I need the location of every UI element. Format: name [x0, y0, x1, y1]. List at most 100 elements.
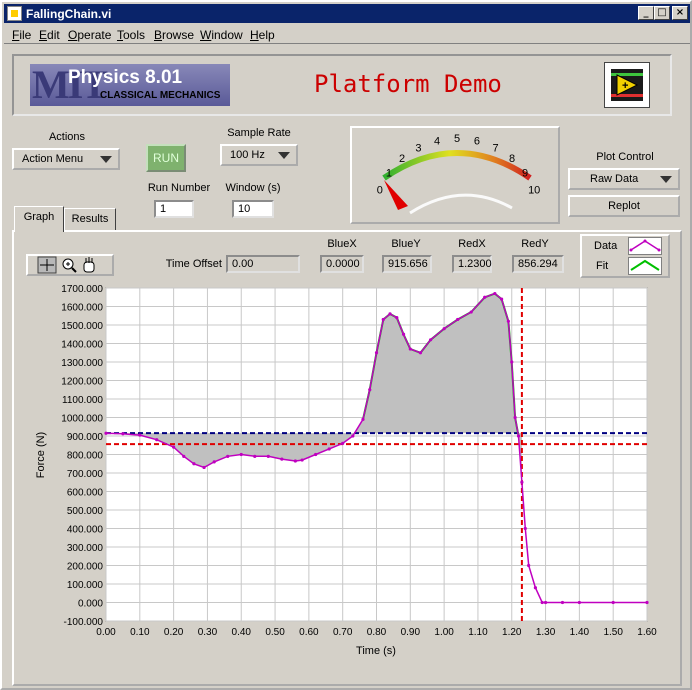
x-tick-label: 0.50	[265, 627, 285, 638]
x-tick-label: 1.40	[570, 627, 590, 638]
data-point	[533, 586, 538, 590]
data-point	[645, 600, 649, 605]
sample-rate-value: 100 Hz	[230, 149, 265, 161]
y-tick-label: 0.000	[78, 599, 103, 610]
replot-button[interactable]: Replot	[568, 195, 680, 217]
x-tick-label: 1.30	[536, 627, 556, 638]
meter-tick-label: 8	[509, 153, 515, 165]
data-point	[280, 457, 284, 461]
title-bar[interactable]: FallingChain.vi _ □ ×	[4, 4, 690, 23]
data-point	[506, 319, 510, 323]
y-tick-label: 1000.000	[61, 414, 103, 425]
labview-window: FallingChain.vi _ □ × File Edit Operate …	[0, 0, 692, 690]
sample-rate-select[interactable]: 100 Hz	[220, 144, 298, 166]
force-meter: 0 1 2 3 4 5 6 7 8 9 10	[350, 126, 560, 224]
actions-label: Actions	[48, 131, 86, 143]
data-point	[104, 431, 108, 435]
x-tick-label: 0.00	[96, 627, 116, 638]
data-point	[300, 458, 304, 462]
time-offset-field[interactable]: 0.00	[226, 255, 300, 273]
menu-window[interactable]: Window	[200, 28, 243, 42]
menu-help[interactable]: Help	[250, 28, 275, 42]
data-point	[253, 454, 257, 458]
data-point	[182, 454, 186, 458]
page-title: Platform Demo	[314, 70, 502, 98]
data-point	[172, 445, 176, 449]
meter-hub-arc	[409, 193, 513, 215]
y-tick-label: 900.000	[67, 432, 104, 443]
x-tick-label: 1.00	[434, 627, 454, 638]
run-number-label: Run Number	[147, 182, 211, 194]
data-point	[327, 447, 331, 451]
plot-control-select[interactable]: Raw Data	[568, 168, 680, 190]
data-point	[388, 312, 392, 316]
cursor-tool-icon	[37, 256, 57, 274]
window-seconds-label: Window (s)	[225, 182, 281, 194]
zoom-tool-icon	[62, 258, 77, 273]
legend-fit-swatch[interactable]	[628, 257, 662, 275]
minimize-button[interactable]: _	[638, 6, 654, 20]
data-point	[483, 295, 487, 299]
tab-graph[interactable]: Graph	[14, 206, 64, 232]
run-button[interactable]: RUN	[146, 144, 186, 172]
legend-data-label: Data	[594, 240, 618, 252]
y-tick-label: 500.000	[67, 506, 104, 517]
y-tick-label: 600.000	[67, 488, 104, 499]
close-button[interactable]: ×	[672, 6, 688, 20]
meter-tick-label: 3	[415, 142, 421, 154]
data-point	[401, 332, 406, 336]
pan-hand-icon	[83, 257, 95, 273]
data-point	[381, 317, 385, 322]
meter-tick-label: 0	[377, 185, 383, 197]
y-tick-label: 100.000	[67, 580, 104, 591]
mit-physics-logo: MIT Physics 8.01 CLASSICAL MECHANICS	[30, 64, 230, 106]
maximize-button[interactable]: □	[654, 6, 670, 20]
window-seconds-field[interactable]: 10	[232, 200, 274, 218]
meter-tick-labels: 0123 4 5 6 78910	[377, 133, 541, 197]
plot-legend[interactable]: Data Fit	[580, 234, 670, 278]
data-point	[155, 438, 159, 442]
chevron-down-icon	[100, 156, 112, 163]
meter-tick-label: 2	[399, 153, 405, 165]
y-tick-label: 1400.000	[61, 340, 103, 351]
force-graph[interactable]: 1700.000 1600.000 1500.000 1400.000 1300.000…	[20, 280, 670, 680]
logo-title: Physics 8.01	[68, 67, 183, 88]
menu-operate[interactable]: Operate	[68, 28, 111, 42]
bluey-value: 915.656	[382, 255, 432, 273]
menu-tools[interactable]: Tools	[117, 28, 145, 42]
menu-edit[interactable]: Edit	[39, 28, 60, 42]
run-number-field[interactable]: 1	[154, 200, 194, 218]
bluex-value: 0.0000	[320, 255, 364, 273]
vi-icon	[7, 6, 22, 21]
x-tick-label: 0.20	[164, 627, 184, 638]
y-tick-labels: 1700.000 1600.000 1500.000 1400.000 1300.000…	[61, 284, 103, 628]
data-point	[408, 347, 412, 351]
x-tick-label: 0.90	[401, 627, 421, 638]
menu-browse[interactable]: Browse	[154, 28, 194, 42]
data-point	[469, 310, 473, 314]
tab-results[interactable]: Results	[64, 208, 116, 232]
meter-tick-label: 10	[528, 185, 540, 197]
data-point	[361, 417, 365, 421]
chevron-down-icon	[278, 152, 290, 159]
svg-text:+: +	[622, 80, 628, 92]
legend-data-swatch[interactable]	[628, 237, 662, 255]
labview-icon: +	[604, 62, 650, 108]
data-point	[192, 462, 196, 466]
actions-menu-select[interactable]: Action Menu	[12, 148, 120, 170]
data-point	[577, 600, 581, 605]
menu-bar: File Edit Operate Tools Browse Window He…	[4, 26, 690, 44]
data-point	[226, 454, 230, 458]
data-point	[202, 465, 206, 470]
data-point	[493, 291, 497, 296]
x-tick-label: 0.30	[198, 627, 218, 638]
data-point	[516, 434, 521, 438]
x-tick-label: 0.80	[367, 627, 387, 638]
data-point	[540, 600, 544, 605]
meter-tick-label: 9	[522, 168, 528, 180]
x-tick-label: 1.60	[637, 627, 657, 638]
meter-tick-label: 4	[434, 135, 440, 147]
menu-file[interactable]: File	[12, 28, 31, 42]
meter-tick-label: 5	[454, 133, 460, 145]
meter-needle	[384, 180, 408, 210]
